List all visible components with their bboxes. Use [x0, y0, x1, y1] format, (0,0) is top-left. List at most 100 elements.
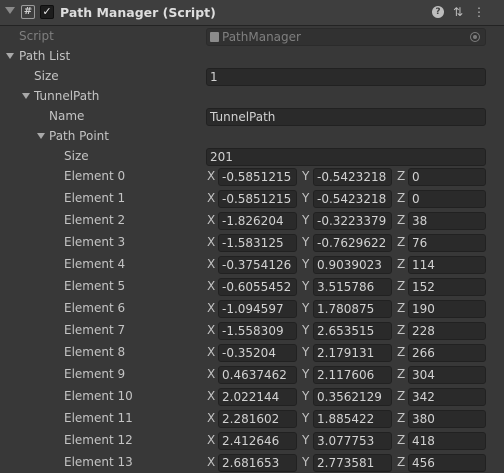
x-value-input[interactable]: 2.281602: [218, 410, 297, 428]
z-axis-label[interactable]: Z: [397, 235, 405, 249]
tunnel-path-foldout-icon[interactable]: [22, 93, 30, 99]
y-axis-label[interactable]: Y: [302, 323, 309, 337]
z-value-input[interactable]: 380: [408, 410, 486, 428]
x-axis-label[interactable]: X: [207, 257, 215, 271]
z-axis-label[interactable]: Z: [397, 367, 405, 381]
x-value-input[interactable]: -1.558309: [218, 322, 297, 340]
y-axis-label[interactable]: Y: [302, 235, 309, 249]
context-menu-icon[interactable]: ⋮: [472, 5, 486, 19]
x-axis-label[interactable]: X: [207, 301, 215, 315]
x-axis-label[interactable]: X: [207, 235, 215, 249]
z-axis-label[interactable]: Z: [397, 301, 405, 315]
z-value-input[interactable]: 304: [408, 366, 486, 384]
x-axis-label[interactable]: X: [207, 169, 215, 183]
y-axis-label[interactable]: Y: [302, 345, 309, 359]
y-value-input[interactable]: 2.179131: [313, 344, 392, 362]
y-axis-label[interactable]: Y: [302, 257, 309, 271]
z-axis-label[interactable]: Z: [397, 455, 405, 469]
x-axis-label[interactable]: X: [207, 455, 215, 469]
x-axis-label[interactable]: X: [207, 433, 215, 447]
x-axis-label[interactable]: X: [207, 367, 215, 381]
z-value-input[interactable]: 0: [408, 190, 486, 208]
x-axis-label[interactable]: X: [207, 213, 215, 227]
z-value-input[interactable]: 266: [408, 344, 486, 362]
x-value-input[interactable]: -0.5851215: [218, 190, 297, 208]
y-value-input[interactable]: 3.077753: [313, 432, 392, 450]
x-value-input[interactable]: 2.412646: [218, 432, 297, 450]
component-foldout-arrow-icon[interactable]: [5, 7, 15, 14]
name-input[interactable]: TunnelPath: [206, 108, 486, 126]
component-enabled-checkbox[interactable]: ✓: [40, 5, 54, 19]
x-axis-label[interactable]: X: [207, 191, 215, 205]
y-value-input[interactable]: 2.653515: [313, 322, 392, 340]
x-value-input[interactable]: -1.094597: [218, 300, 297, 318]
z-axis-label[interactable]: Z: [397, 191, 405, 205]
path-point-label: Path Point: [49, 129, 109, 143]
preset-settings-icon[interactable]: ⇅: [451, 5, 465, 19]
y-axis-label[interactable]: Y: [302, 191, 309, 205]
x-axis-label[interactable]: X: [207, 279, 215, 293]
z-axis-label[interactable]: Z: [397, 257, 405, 271]
y-value-input[interactable]: 0.3562129: [313, 388, 392, 406]
path-point-row[interactable]: Path Point: [0, 127, 504, 147]
x-value-input[interactable]: 0.4637462: [218, 366, 297, 384]
y-value-input[interactable]: -0.5423218: [313, 190, 392, 208]
z-value-input[interactable]: 152: [408, 278, 486, 296]
y-value-input[interactable]: 1.780875: [313, 300, 392, 318]
y-value-input[interactable]: 1.885422: [313, 410, 392, 428]
help-icon[interactable]: ?: [432, 6, 444, 18]
x-value-input[interactable]: -1.826204: [218, 212, 297, 230]
path-point-foldout-icon[interactable]: [37, 133, 45, 139]
y-axis-label[interactable]: Y: [302, 455, 309, 469]
y-value-input[interactable]: 2.773581: [313, 454, 392, 472]
z-value-input[interactable]: 456: [408, 454, 486, 472]
x-value-input[interactable]: -1.583125: [218, 234, 297, 252]
z-value-input[interactable]: 228: [408, 322, 486, 340]
y-value-input[interactable]: 0.9039023: [313, 256, 392, 274]
y-axis-label[interactable]: Y: [302, 411, 309, 425]
x-axis-label[interactable]: X: [207, 323, 215, 337]
y-value-input[interactable]: -0.3223379: [313, 212, 392, 230]
x-value-input[interactable]: 2.681653: [218, 454, 297, 472]
y-axis-label[interactable]: Y: [302, 169, 309, 183]
y-axis-label[interactable]: Y: [302, 389, 309, 403]
x-value-input[interactable]: -0.6055452: [218, 278, 297, 296]
z-axis-label[interactable]: Z: [397, 411, 405, 425]
x-value-input[interactable]: -0.3754126: [218, 256, 297, 274]
z-axis-label[interactable]: Z: [397, 169, 405, 183]
path-list-size-input[interactable]: 1: [206, 68, 486, 86]
x-value-input[interactable]: 2.022144: [218, 388, 297, 406]
y-axis-label[interactable]: Y: [302, 279, 309, 293]
y-axis-label[interactable]: Y: [302, 433, 309, 447]
z-value-input[interactable]: 0: [408, 168, 486, 186]
x-value-input[interactable]: -0.5851215: [218, 168, 297, 186]
y-value-input[interactable]: -0.7629622: [313, 234, 392, 252]
x-axis-label[interactable]: X: [207, 411, 215, 425]
z-value-input[interactable]: 38: [408, 212, 486, 230]
z-axis-label[interactable]: Z: [397, 213, 405, 227]
z-axis-label[interactable]: Z: [397, 389, 405, 403]
path-list-foldout-icon[interactable]: [6, 53, 14, 59]
path-point-size-input[interactable]: 201: [206, 148, 486, 166]
y-axis-label[interactable]: Y: [302, 213, 309, 227]
z-axis-label[interactable]: Z: [397, 323, 405, 337]
y-axis-label[interactable]: Y: [302, 301, 309, 315]
z-axis-label[interactable]: Z: [397, 279, 405, 293]
x-axis-label[interactable]: X: [207, 345, 215, 359]
z-value-input[interactable]: 76: [408, 234, 486, 252]
y-value-input[interactable]: 2.117606: [313, 366, 392, 384]
z-value-input[interactable]: 114: [408, 256, 486, 274]
z-value-input[interactable]: 190: [408, 300, 486, 318]
y-value-input[interactable]: 3.515786: [313, 278, 392, 296]
z-axis-label[interactable]: Z: [397, 433, 405, 447]
tunnel-path-row[interactable]: TunnelPath: [0, 87, 504, 107]
z-value-input[interactable]: 418: [408, 432, 486, 450]
x-axis-label[interactable]: X: [207, 389, 215, 403]
x-value-input[interactable]: -0.35204: [218, 344, 297, 362]
z-value-input[interactable]: 342: [408, 388, 486, 406]
component-header[interactable]: # ✓ Path Manager (Script) ? ⇅ ⋮: [0, 0, 504, 26]
path-list-row[interactable]: Path List: [0, 47, 504, 67]
y-value-input[interactable]: -0.5423218: [313, 168, 392, 186]
y-axis-label[interactable]: Y: [302, 367, 309, 381]
z-axis-label[interactable]: Z: [397, 345, 405, 359]
